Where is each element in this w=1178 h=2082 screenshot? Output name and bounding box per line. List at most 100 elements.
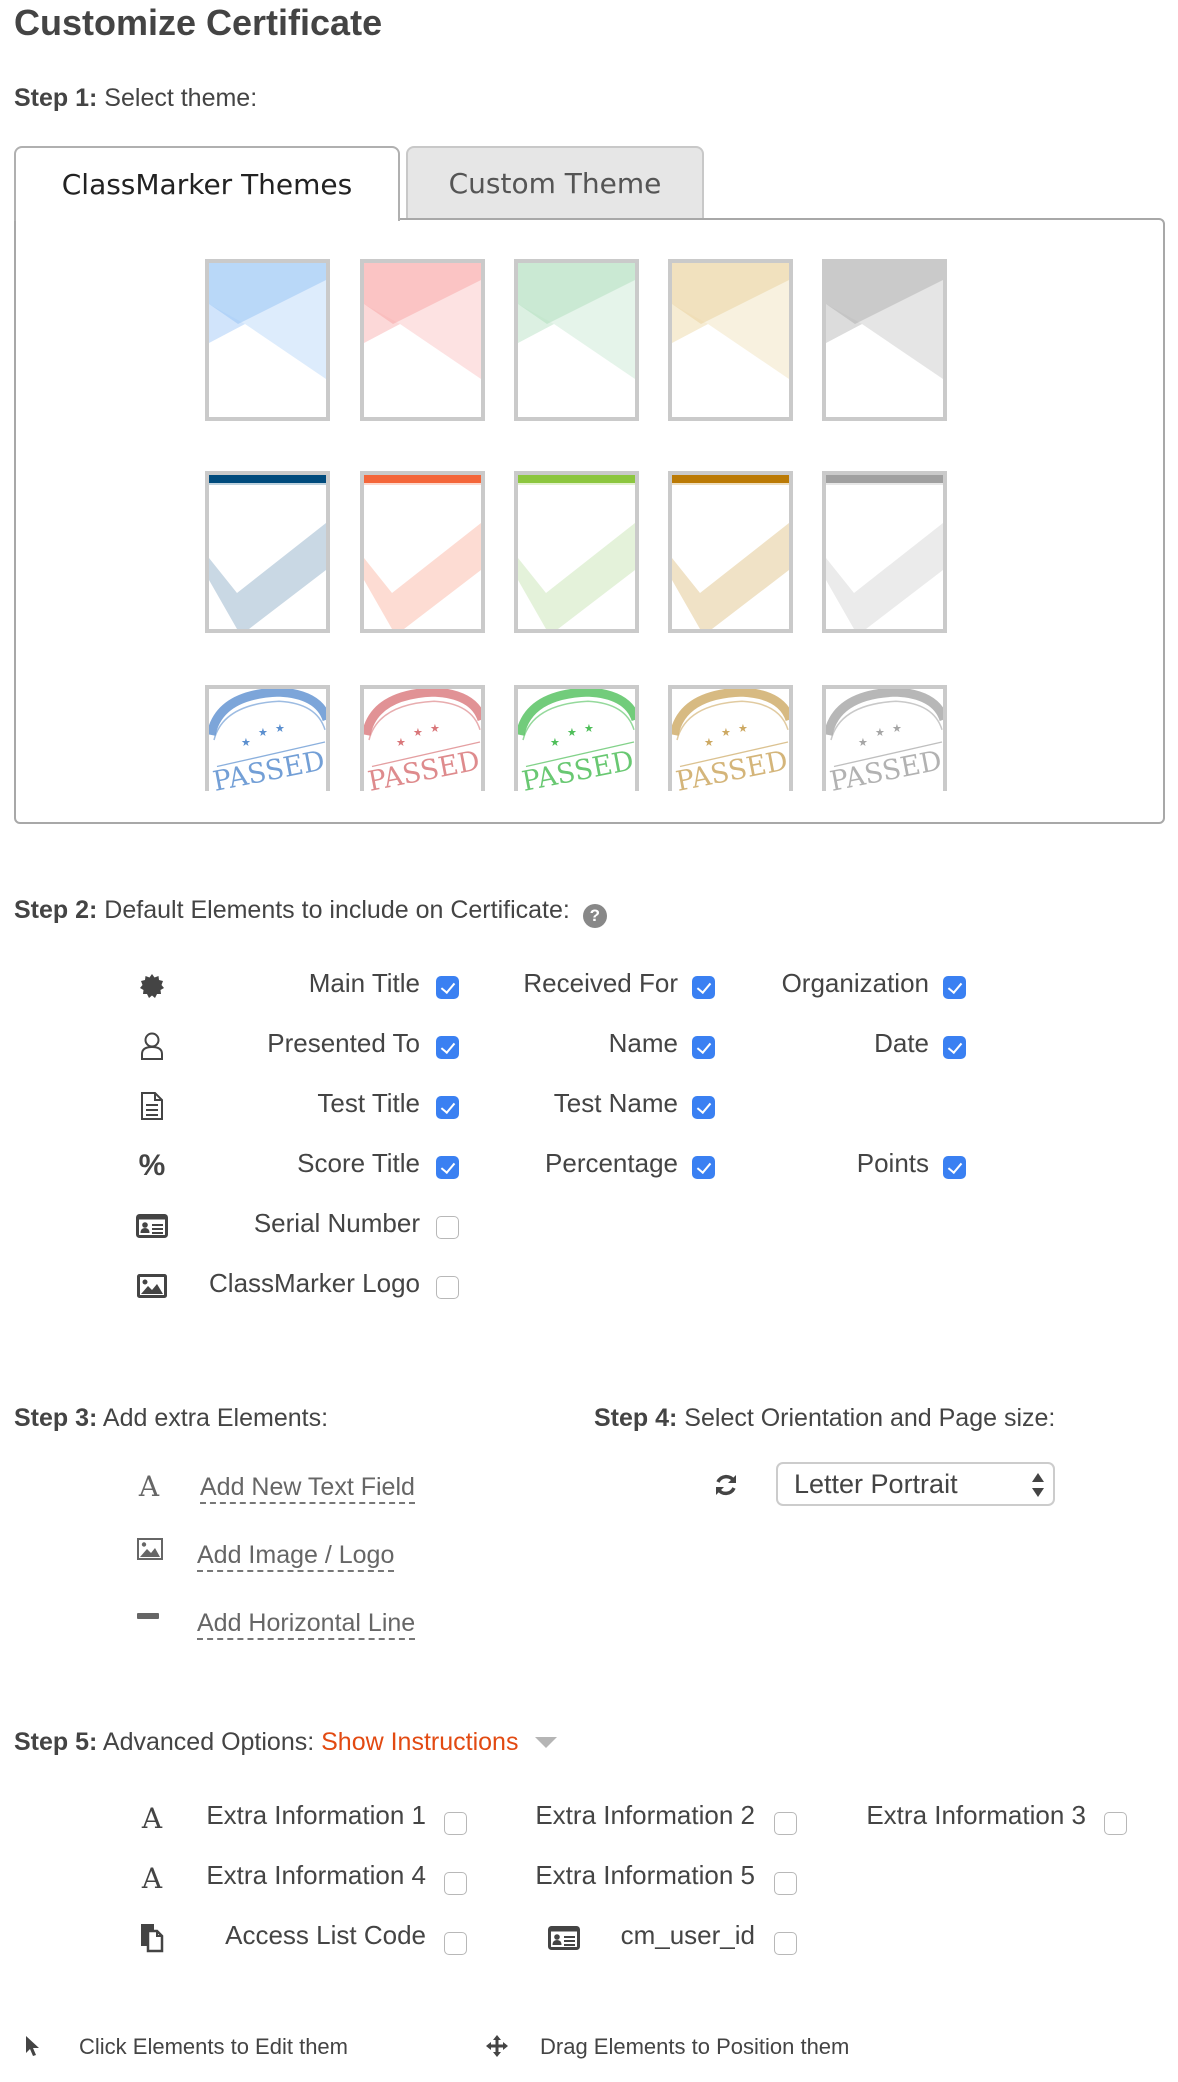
certificate-seal-icon [134, 970, 170, 1002]
svg-text:PASSED: PASSED [519, 745, 635, 791]
checkbox-name[interactable] [692, 1036, 715, 1059]
option-label-extra-information-4: Extra Information 4 [206, 1860, 426, 1890]
theme-passed-red[interactable]: ★ ★ ★ PASSED [360, 685, 485, 791]
tab-custom-theme[interactable]: Custom Theme [406, 146, 704, 218]
step1-text: Select theme: [97, 84, 258, 112]
checkbox-serial-number[interactable] [436, 1216, 459, 1239]
svg-text:★: ★ [858, 736, 868, 749]
checkbox-percentage[interactable] [692, 1156, 715, 1179]
theme-check-orange[interactable] [360, 471, 485, 633]
option-label-date: Date [874, 1028, 929, 1058]
horizontal-line-icon [136, 1612, 160, 1620]
svg-text:★: ★ [704, 736, 714, 749]
theme-passed-green[interactable]: ★ ★ ★ PASSED [514, 685, 639, 791]
theme-triangles-green[interactable] [514, 259, 639, 421]
theme-passed-blue[interactable]: ★ ★ ★ PASSED [205, 685, 330, 791]
text-serif-a-icon: A [141, 1861, 163, 1895]
svg-text:★: ★ [396, 736, 406, 749]
svg-text:★: ★ [413, 726, 423, 739]
checkbox-score-title[interactable] [436, 1156, 459, 1179]
svg-text:★: ★ [275, 722, 285, 735]
move-arrows-icon [484, 2033, 510, 2059]
add-image-logo-link[interactable]: Add Image / Logo [197, 1540, 395, 1572]
theme-check-blue[interactable] [205, 471, 330, 633]
checkbox-points[interactable] [943, 1156, 966, 1179]
checkbox-extra-information-2[interactable] [774, 1812, 797, 1835]
step2-number: Step 2: [14, 896, 98, 924]
checkbox-test-name[interactable] [692, 1096, 715, 1119]
theme-passed-gold[interactable]: ★ ★ ★ PASSED [668, 685, 793, 791]
step4-number: Step 4: [594, 1404, 678, 1432]
svg-text:★: ★ [258, 726, 268, 739]
option-label-extra-information-1: Extra Information 1 [206, 1800, 426, 1830]
text-serif-a-icon: A [141, 1801, 163, 1835]
checkbox-organization[interactable] [943, 976, 966, 999]
user-outline-icon [134, 1030, 170, 1062]
checkbox-main-title[interactable] [436, 976, 459, 999]
add-text-field-link[interactable]: Add New Text Field [200, 1472, 415, 1504]
tab-classmarker-themes[interactable]: ClassMarker Themes [14, 146, 400, 221]
click-hint: Click Elements to Edit them [79, 2034, 348, 2059]
theme-check-brown[interactable] [668, 471, 793, 633]
svg-text:★: ★ [584, 722, 594, 735]
checkbox-cm-user-id[interactable] [774, 1932, 797, 1955]
image-icon [137, 1537, 163, 1561]
step5-text: Advanced Options: [97, 1728, 322, 1756]
theme-triangles-gold[interactable] [668, 259, 793, 421]
percent-icon: % [138, 1149, 166, 1182]
tab-label: Custom Theme [448, 166, 662, 200]
svg-text:★: ★ [721, 726, 731, 739]
question-circle-icon[interactable]: ? [582, 904, 607, 928]
step3-label: Step 3: Add extra Elements: [14, 1404, 328, 1433]
add-horizontal-line-link[interactable]: Add Horizontal Line [197, 1608, 416, 1640]
step5-label: Step 5: Advanced Options: Show Instructi… [14, 1728, 558, 1757]
svg-text:★: ★ [892, 722, 902, 735]
option-label-classmarker-logo: ClassMarker Logo [209, 1268, 420, 1298]
option-label-test-title: Test Title [317, 1088, 420, 1118]
svg-text:★: ★ [430, 722, 440, 735]
theme-triangles-red[interactable] [360, 259, 485, 421]
option-label-extra-information-3: Extra Information 3 [866, 1800, 1086, 1830]
step4-label: Step 4: Select Orientation and Page size… [594, 1404, 1055, 1433]
select-arrows-icon [1032, 1473, 1044, 1497]
theme-check-gray[interactable] [822, 471, 947, 633]
svg-text:★: ★ [875, 726, 885, 739]
checkbox-classmarker-logo[interactable] [436, 1276, 459, 1299]
step4-text: Select Orientation and Page size: [677, 1404, 1056, 1432]
theme-check-green[interactable] [514, 471, 639, 633]
show-instructions-link[interactable]: Show Instructions [321, 1728, 518, 1756]
checkbox-date[interactable] [943, 1036, 966, 1059]
checkbox-presented-to[interactable] [436, 1036, 459, 1059]
checkbox-test-title[interactable] [436, 1096, 459, 1119]
theme-triangles-gray[interactable] [822, 259, 947, 421]
theme-passed-gray[interactable]: ★ ★ ★ PASSED [822, 685, 947, 791]
page-size-value: Letter Portrait [794, 1468, 958, 1499]
id-card-icon [548, 1922, 580, 1954]
option-label-organization: Organization [781, 968, 929, 998]
document-text-icon [134, 1090, 170, 1122]
checkbox-extra-information-1[interactable] [444, 1812, 467, 1835]
page-size-select[interactable]: Letter Portrait [776, 1462, 1055, 1506]
option-label-name: Name [608, 1028, 678, 1058]
checkbox-extra-information-3[interactable] [1104, 1812, 1127, 1835]
caret-down-icon[interactable] [535, 1737, 558, 1748]
checkbox-access-list-code[interactable] [444, 1932, 467, 1955]
theme-triangles-blue[interactable] [205, 259, 330, 421]
checkbox-extra-information-5[interactable] [774, 1872, 797, 1895]
checkbox-extra-information-4[interactable] [444, 1872, 467, 1895]
option-label-test-name: Test Name [553, 1088, 678, 1118]
step1-number: Step 1: [14, 84, 98, 112]
option-label-percentage: Percentage [545, 1148, 678, 1178]
step3-text: Add extra Elements: [97, 1404, 329, 1432]
tab-label: ClassMarker Themes [61, 168, 353, 201]
checkbox-received-for[interactable] [692, 976, 715, 999]
option-label-points: Points [856, 1148, 929, 1178]
step3-number: Step 3: [14, 1404, 98, 1432]
svg-text:★: ★ [567, 726, 577, 739]
drag-hint: Drag Elements to Position them [540, 2034, 850, 2059]
svg-text:PASSED: PASSED [365, 745, 481, 791]
option-label-extra-information-5: Extra Information 5 [535, 1860, 755, 1890]
svg-text:PASSED: PASSED [210, 745, 326, 791]
option-label-access-list-code: Access List Code [225, 1920, 426, 1950]
refresh-icon[interactable] [713, 1472, 739, 1498]
